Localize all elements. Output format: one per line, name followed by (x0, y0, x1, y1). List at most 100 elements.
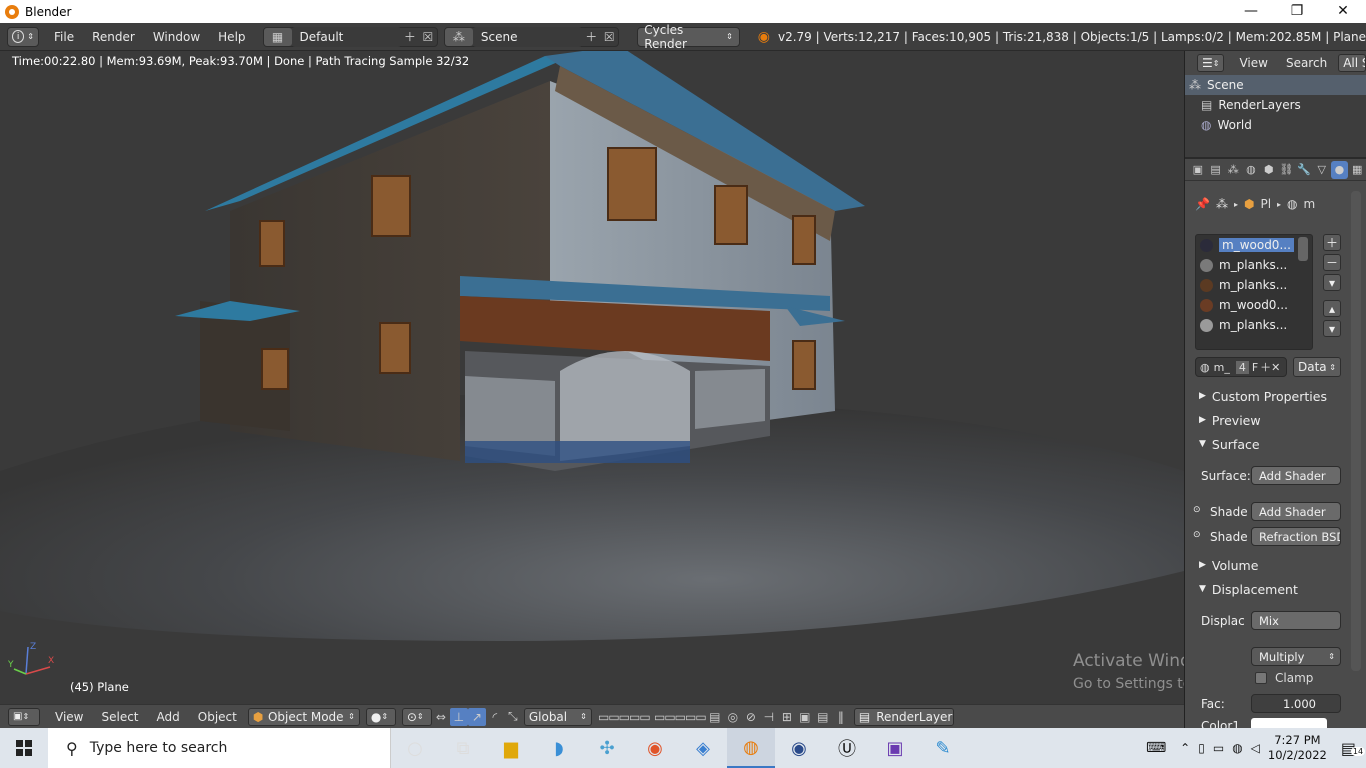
sketchup-icon[interactable]: ◈ (679, 728, 727, 768)
scene-icon[interactable]: ⁂ (444, 27, 473, 46)
shade1-shader-button[interactable]: Add Shader (1251, 502, 1341, 521)
link-data-dropdown[interactable]: Data ⇕ (1293, 357, 1341, 377)
add-layout-icon[interactable]: ＋ (401, 28, 419, 46)
unlink-material-icon[interactable]: ✕ (1271, 361, 1280, 374)
panel-preview[interactable]: ▶ Preview (1189, 409, 1341, 431)
material-tab-icon[interactable]: ● (1330, 160, 1349, 179)
move-slot-down-button[interactable]: ▾ (1323, 320, 1341, 337)
unreal-engine-icon[interactable]: Ⓤ (823, 728, 871, 768)
object-tab-icon[interactable]: ⬢ (1260, 161, 1278, 179)
shade1-toggle-icon[interactable]: ⊙ (1193, 505, 1201, 515)
layout-grid-icon[interactable]: ▦ (263, 27, 292, 46)
menu-object[interactable]: Object (189, 710, 246, 724)
lock-layers-icon[interactable]: ▤ (706, 708, 724, 726)
menu-help[interactable]: Help (209, 30, 254, 44)
menu-window[interactable]: Window (144, 30, 209, 44)
shade2-shader-button[interactable]: Refraction BSDF (1251, 527, 1341, 546)
menu-file[interactable]: File (45, 30, 83, 44)
opengl-anim-icon[interactable]: ▤ (814, 708, 832, 726)
maximize-button[interactable]: ❐ (1274, 0, 1320, 23)
layout-name-field[interactable]: Default (291, 26, 401, 47)
taskbar-search-box[interactable]: ⚲ Type here to search (48, 728, 391, 768)
scene-name-field[interactable]: Scene (472, 26, 583, 47)
material-slot[interactable]: m_wood0... (1196, 295, 1312, 315)
render-engine-dropdown[interactable]: Cycles Render ⇕ (637, 23, 740, 51)
battery-icon[interactable]: ▭ (1213, 741, 1224, 755)
volume-icon[interactable]: ◁ (1251, 741, 1260, 755)
menu-select[interactable]: Select (92, 710, 147, 724)
outliner-row-scene[interactable]: ⁂ Scene (1185, 75, 1366, 95)
keyboard-icon[interactable]: ⌨ (1146, 740, 1166, 756)
material-slot[interactable]: m_planks... (1196, 255, 1312, 275)
fac-slider[interactable]: 1.000 (1251, 694, 1341, 713)
material-slot[interactable]: m_planks... (1196, 275, 1312, 295)
mode-dropdown[interactable]: ⬢ Object Mode ⇕ (247, 707, 360, 726)
world-tab-icon[interactable]: ◍ (1242, 161, 1260, 179)
obs-icon[interactable]: ◉ (775, 728, 823, 768)
clock[interactable]: 7:27 PM 10/2/2022 (1268, 733, 1327, 763)
material-slot[interactable]: m_planks... (1196, 315, 1312, 335)
pause-icon[interactable]: ‖ (832, 708, 850, 726)
pivot-dropdown[interactable]: ⊙ ⇕ (401, 707, 432, 726)
close-button[interactable]: ✕ (1320, 0, 1366, 23)
panel-custom-properties[interactable]: ▶ Custom Properties (1189, 385, 1341, 407)
cortana-icon[interactable]: ○ (391, 728, 439, 768)
outliner-row-renderlayers[interactable]: ▤ RenderLayers (1185, 95, 1366, 115)
network-icon[interactable]: ◍ (1232, 741, 1242, 755)
menu-view[interactable]: View (46, 710, 92, 724)
move-slot-up-button[interactable]: ▴ (1323, 300, 1341, 317)
material-slot[interactable]: m_wood0... (1196, 235, 1312, 255)
blender-taskbar-icon[interactable]: ◍ (727, 728, 775, 768)
panel-surface[interactable]: ▼ Surface (1189, 433, 1341, 455)
material-datablock-field[interactable]: ◍ m_ 4 F ＋ ✕ (1195, 357, 1287, 377)
layer-buttons-2[interactable]: ▭▭▭▭▭ (654, 708, 707, 726)
modifiers-tab-icon[interactable]: 🔧 (1295, 161, 1313, 179)
tray-expand-icon[interactable]: ⌃ (1180, 741, 1190, 755)
remove-slot-button[interactable]: － (1323, 254, 1341, 271)
file-explorer-icon[interactable]: ▆ (487, 728, 535, 768)
pin-icon[interactable]: 📌 (1195, 197, 1210, 211)
rotate-icon[interactable]: ↗ (467, 707, 486, 726)
device-icon[interactable]: ▯ (1198, 741, 1205, 755)
firefox-icon[interactable]: ◉ (631, 728, 679, 768)
remove-scene-icon[interactable]: ☒ (600, 28, 618, 46)
texture-tab-icon[interactable]: ▦ (1348, 161, 1366, 179)
shade2-toggle-icon[interactable]: ⊙ (1193, 530, 1201, 540)
opengl-render-icon[interactable]: ▣ (796, 708, 814, 726)
data-tab-icon[interactable]: ▽ (1313, 161, 1331, 179)
material-list-scrollbar[interactable] (1298, 237, 1308, 261)
add-scene-icon[interactable]: ＋ (582, 28, 600, 46)
snap-icon[interactable]: ⊘ (742, 708, 760, 726)
layer-buttons-1[interactable]: ▭▭▭▭▭ (598, 708, 651, 726)
snap-target-icon[interactable]: ⊞ (778, 708, 796, 726)
surface-shader-button[interactable]: Add Shader (1251, 466, 1341, 485)
outliner-editor-type[interactable]: ☰ ⇕ (1197, 54, 1225, 72)
proportional-edit-icon[interactable]: ◎ (724, 708, 742, 726)
media-app-icon[interactable]: ▣ (871, 728, 919, 768)
panel-displacement[interactable]: ▼ Displacement (1189, 578, 1341, 600)
manipulator-toggle-icon[interactable]: ⇔ (432, 708, 450, 726)
panel-volume[interactable]: ▶ Volume (1189, 554, 1341, 576)
material-users-count[interactable]: 4 (1235, 360, 1249, 374)
add-slot-button[interactable]: ＋ (1323, 234, 1341, 251)
outliner-view-menu[interactable]: View (1230, 56, 1276, 70)
network-app-icon[interactable]: ✣ (583, 728, 631, 768)
blend-mode-dropdown[interactable]: Multiply ⇕ (1251, 647, 1341, 666)
render-layer-field[interactable]: ▤ RenderLayer (853, 707, 954, 726)
dolphin-app-icon[interactable]: ◗ (535, 728, 583, 768)
constraints-tab-icon[interactable]: ⛓ (1278, 161, 1296, 179)
outliner-search-menu[interactable]: Search (1277, 56, 1336, 70)
translate-icon[interactable]: ⊥ (449, 707, 468, 726)
remove-layout-icon[interactable]: ☒ (419, 28, 437, 46)
orientation-dropdown[interactable]: Global ⇕ (523, 707, 592, 726)
layout-selector[interactable]: ▦ Default ＋ ☒ (262, 26, 438, 47)
renderlayer-tab-icon[interactable]: ▤ (1207, 161, 1225, 179)
minimize-button[interactable]: — (1228, 0, 1274, 23)
menu-add[interactable]: Add (148, 710, 189, 724)
fake-user-toggle[interactable]: F (1252, 361, 1258, 374)
slot-specials-button[interactable]: ▾ (1323, 274, 1341, 291)
color1-swatch[interactable] (1251, 718, 1327, 728)
shading-dropdown[interactable]: ● ⇕ (365, 707, 396, 726)
displacement-node-button[interactable]: Mix (1251, 611, 1341, 630)
clamp-checkbox-box[interactable] (1255, 672, 1267, 684)
